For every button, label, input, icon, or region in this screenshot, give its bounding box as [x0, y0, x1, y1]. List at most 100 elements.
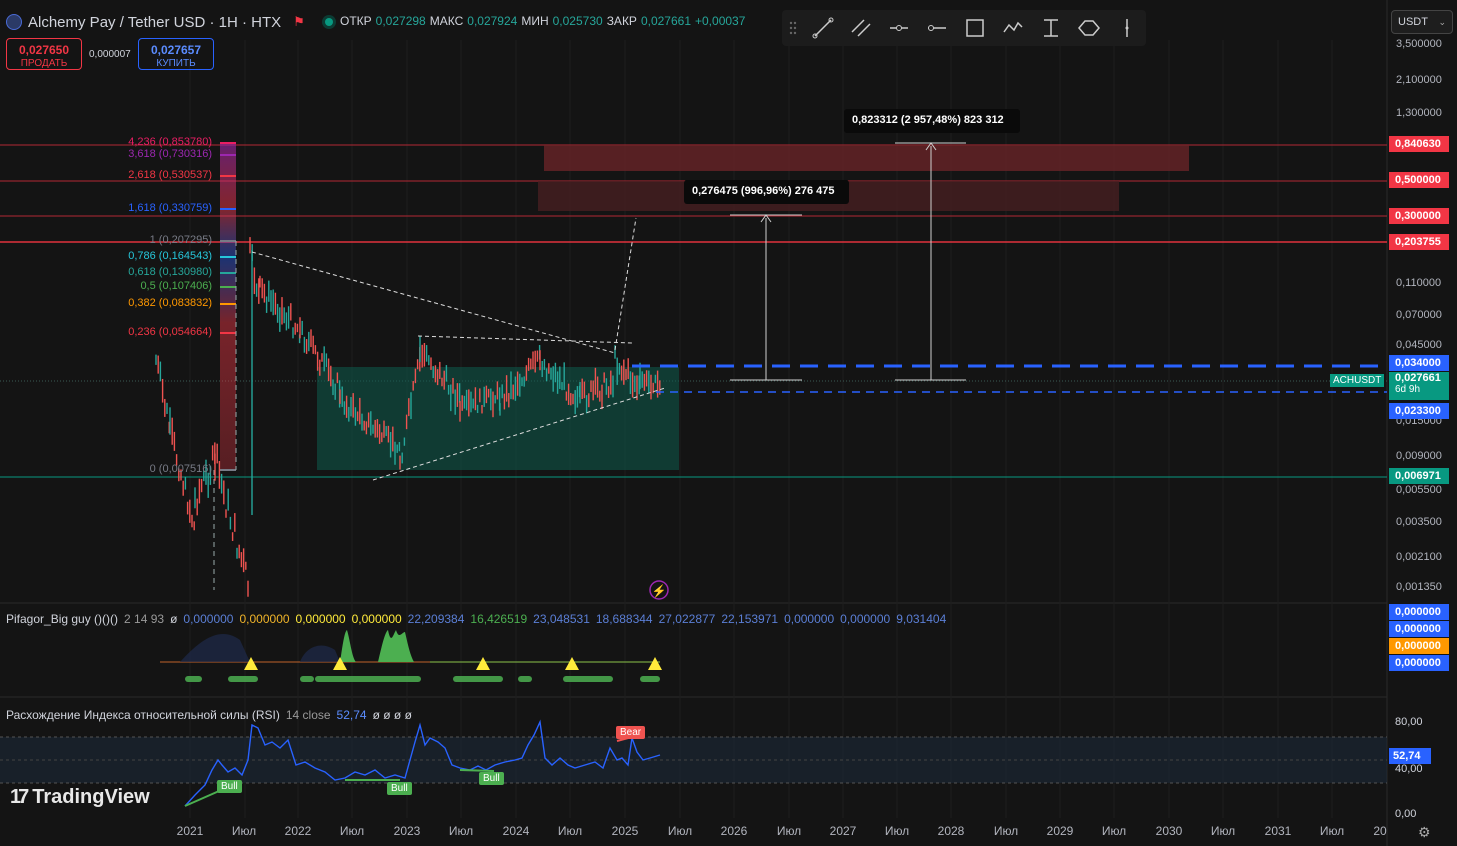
buy-button[interactable]: 0,027657 КУПИТЬ [138, 38, 214, 70]
time-axis-label: Июл [557, 824, 583, 838]
price-tag: 0,300000 [1389, 208, 1449, 224]
time-axis-label: 2026 [720, 824, 748, 838]
time-axis-label: 2025 [611, 824, 639, 838]
price-axis-label: 0,110000 [1396, 277, 1442, 289]
currency-value: USDT [1398, 16, 1428, 28]
rsi-axis-0: 0,00 [1395, 808, 1417, 820]
time-axis-label: 2027 [829, 824, 857, 838]
pifagor-value: 0,000000 [295, 612, 346, 626]
time-axis-label: 2031 [1264, 824, 1292, 838]
pifagor-symbol: ø [170, 612, 178, 626]
pifagor-name: Pifagor_Big guy ()()() [6, 612, 119, 626]
measure-label-top: 0,823312 (2 957,48%) 823 312 [852, 114, 1004, 126]
ohlc-key: ОТКР [340, 14, 372, 28]
tradingview-logo[interactable]: 17 TradingView [10, 786, 150, 809]
rsi-axis-40: 40,00 [1395, 763, 1423, 775]
symbol-logo-icon [6, 14, 22, 30]
pifagor-value: 9,031404 [896, 612, 947, 626]
time-axis-label: Июл [884, 824, 910, 838]
ohlc-value: 0,027661 [640, 14, 691, 28]
spread-value: 0,000007 [89, 49, 131, 60]
pifagor-values: 0,000000 0,000000 0,000000 0,000000 22,20938… [183, 612, 946, 626]
fib-level-label: 0 (0,007516) [149, 463, 212, 475]
fib-level-label: 1,618 (0,330759) [128, 202, 212, 214]
path-icon[interactable] [994, 10, 1032, 46]
time-axis-label: 2024 [502, 824, 530, 838]
buy-label: КУПИТЬ [156, 58, 196, 69]
horizontal-ray-icon[interactable] [880, 10, 918, 46]
rsi-params: 14 close [285, 708, 331, 722]
pifagor-value: 0,000000 [239, 612, 290, 626]
tv-logo-icon: 17 [10, 786, 29, 808]
trend-line-icon[interactable] [804, 10, 842, 46]
rsi-value: 52,74 [336, 708, 367, 722]
price-axis-label: 0,002100 [1396, 551, 1442, 563]
time-axis-label: Июл [1319, 824, 1345, 838]
time-axis-label: Июл [667, 824, 693, 838]
fib-level-label: 0,5 (0,107406) [140, 280, 212, 292]
buy-price: 0,027657 [150, 43, 202, 57]
settings-gear-icon[interactable]: ⚙ [1418, 824, 1431, 841]
time-axis-label: 2021 [176, 824, 204, 838]
time-axis-label: 2029 [1046, 824, 1074, 838]
parallel-channel-icon[interactable] [842, 10, 880, 46]
time-axis-label: 2030 [1155, 824, 1183, 838]
rsi-axis-80: 80,00 [1395, 716, 1423, 728]
rectangle-icon[interactable] [956, 10, 994, 46]
vertical-line-icon[interactable] [1108, 10, 1146, 46]
symbol-title[interactable]: Alchemy Pay / Tether USD · 1H · HTX [28, 14, 281, 31]
price-tag: 0,840630 [1389, 136, 1449, 152]
flag-icon[interactable]: ⚑ [293, 14, 305, 30]
price-axis-label: 1,300000 [1396, 107, 1442, 119]
time-axis-label: Июл [1210, 824, 1236, 838]
status-dot-icon [324, 18, 333, 26]
rsi-bull-label: Bull [387, 782, 412, 795]
fib-level-label: 0,236 (0,054664) [128, 326, 212, 338]
price-axis-label: 0,009000 [1396, 450, 1442, 462]
ohlc-key: МИН [521, 14, 549, 28]
pifagor-value: 0,000000 [784, 612, 835, 626]
ohlc-value: 0,025730 [552, 14, 603, 28]
horizontal-line-icon[interactable] [918, 10, 956, 46]
price-axis-label: 3,500000 [1396, 38, 1442, 50]
price-axis-label: 0,045000 [1396, 339, 1442, 351]
sell-button[interactable]: 0,027650 ПРОДАТЬ [6, 38, 82, 70]
pifagor-value: 0,000000 [183, 612, 234, 626]
fib-level-label: 1 (0,207295) [149, 234, 212, 246]
pifagor-tag: 0,000000 [1389, 638, 1449, 654]
drawing-toolbar [782, 10, 1146, 46]
pifagor-legend[interactable]: Pifagor_Big guy ()()() 2 14 93 ø 0,00000… [6, 612, 946, 626]
measure-label-mid: 0,276475 (996,96%) 276 475 [692, 185, 835, 197]
rsi-extra: ø ø ø ø [372, 708, 412, 722]
ellipse-icon[interactable] [1070, 10, 1108, 46]
drag-handle-icon[interactable] [782, 10, 804, 46]
sell-price: 0,027650 [18, 43, 70, 57]
chevron-down-icon: ⌄ [1438, 16, 1446, 27]
time-axis-label: Июл [448, 824, 474, 838]
time-axis-label: 2022 [284, 824, 312, 838]
pifagor-value: 18,688344 [595, 612, 653, 626]
price-range-icon[interactable] [1032, 10, 1070, 46]
symbol-header[interactable]: Alchemy Pay / Tether USD · 1H · HTX ⚑ [6, 12, 333, 32]
price-tag: 0,203755 [1389, 234, 1449, 250]
fib-level-label: 3,618 (0,730316) [128, 148, 212, 160]
ohlc-readout: ОТКР 0,027298 МАКС 0,027924 МИН 0,025730 ЗАКР 0… [340, 14, 745, 28]
price-axis-label: 2,100000 [1396, 74, 1442, 86]
rsi-legend[interactable]: Расхождение Индекса относительной силы (… [6, 708, 412, 722]
last-price-tag: 0,027661 6d 9h [1389, 372, 1449, 400]
price-axis-label: 0,005500 [1396, 484, 1442, 496]
currency-select[interactable]: USDT ⌄ [1391, 10, 1453, 34]
rsi-bull-label: Bull [479, 772, 504, 785]
price-tag: 0,023300 [1389, 403, 1449, 419]
ohlc-value: 0,027924 [467, 14, 518, 28]
pifagor-tag: 0,000000 [1389, 655, 1449, 671]
time-axis-label: Июл [993, 824, 1019, 838]
fib-level-label: 2,618 (0,530537) [128, 169, 212, 181]
fib-level-label: 0,382 (0,083832) [128, 297, 212, 309]
time-axis-label: Июл [776, 824, 802, 838]
ohlc-value: +0,00037 [695, 14, 746, 28]
ohlc-key: ЗАКР [606, 14, 637, 28]
price-axis-label: 0,001350 [1396, 581, 1442, 593]
price-tag: 0,500000 [1389, 172, 1449, 188]
rsi-name: Расхождение Индекса относительной силы (… [6, 708, 280, 722]
